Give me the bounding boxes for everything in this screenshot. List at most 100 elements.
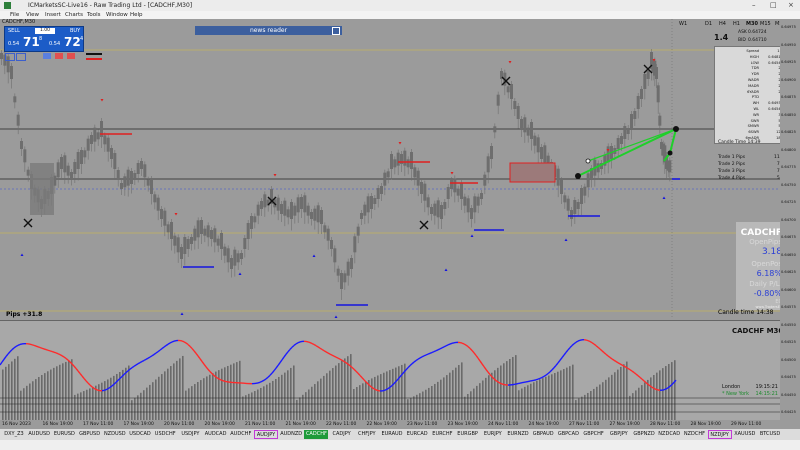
tab-gbpusd[interactable]: GBPUSD [78, 430, 102, 439]
tab-btcusd[interactable]: BTCUSD [758, 430, 782, 439]
volume-bar [443, 377, 445, 420]
oscillator-segment [409, 363, 413, 367]
price-axis-label: 0.64450 [781, 392, 796, 397]
period-d1[interactable]: D1 [705, 21, 712, 27]
period-h1[interactable]: H1 [733, 21, 740, 27]
tab-eurchf[interactable]: EURCHF [430, 430, 454, 439]
info-row: YDR24 [717, 72, 785, 77]
bid-label: BID [738, 38, 746, 43]
tab-eurnzd[interactable]: EURNZD [506, 430, 530, 439]
period-m15[interactable]: M15 [760, 21, 771, 27]
menu-charts[interactable]: Charts [65, 11, 83, 19]
candle-body [140, 161, 143, 169]
color-swatch-icon[interactable] [55, 53, 63, 59]
tab-audusd[interactable]: AUDUSD [27, 430, 51, 439]
line-style-icon[interactable] [86, 58, 102, 60]
tab-eurusd[interactable]: EURUSD [52, 430, 76, 439]
toolbar-square-icon[interactable] [5, 53, 15, 61]
tab-cadchf[interactable]: CADCHF [304, 430, 329, 439]
candle-body [668, 160, 672, 173]
tab-usdjpy[interactable]: USDJPY [178, 430, 202, 439]
tab-gbpnzd[interactable]: GBPNZD [632, 430, 656, 439]
oscillator-segment [329, 353, 333, 356]
tab-gbpchf[interactable]: GBPCHF [582, 430, 606, 439]
period-w1[interactable]: W1 [679, 21, 687, 27]
oscillator-segment [407, 365, 411, 369]
trade-pips-row: Trade 4 Pips5.3 [718, 176, 784, 182]
menu-insert[interactable]: Insert [45, 11, 61, 19]
color-swatch-icon[interactable] [67, 53, 75, 59]
candle-body [583, 186, 587, 196]
minimize-icon[interactable]: – [752, 0, 756, 11]
close-icon[interactable]: × [788, 0, 794, 11]
tab-nzdusd[interactable]: NZDUSD [103, 430, 127, 439]
toolbar-square-icon[interactable] [16, 53, 26, 61]
tab-audchf[interactable]: AUDCHF [229, 430, 253, 439]
tab-gbpcad[interactable]: GBPCAD [556, 430, 580, 439]
oscillator-segment [217, 377, 221, 381]
maximize-icon[interactable]: □ [770, 0, 777, 11]
volume-bar [440, 379, 442, 420]
candlestick-chart[interactable] [0, 19, 780, 319]
bid-price[interactable]: 71 [23, 35, 40, 49]
tab-audnzd[interactable]: AUDNZD [279, 430, 303, 439]
menu-file[interactable]: File [10, 11, 19, 19]
oscillator-title: CADCHF M30 [732, 327, 784, 335]
tab-xauusd[interactable]: XAUUSD [733, 430, 757, 439]
sell-button[interactable]: SELL [8, 28, 20, 34]
period-h4[interactable]: H4 [719, 21, 726, 27]
candle-body [166, 224, 170, 233]
tab-euraud[interactable]: EURAUD [380, 430, 404, 439]
oscillator-panel[interactable] [0, 320, 780, 420]
volume-bar [344, 358, 346, 420]
tab-nzdchf[interactable]: NZDCHF [682, 430, 706, 439]
menu-help[interactable]: Help [130, 11, 143, 19]
tab-eurgbp[interactable]: EURGBP [456, 430, 480, 439]
tab-audcad[interactable]: AUDCAD [204, 430, 228, 439]
tab-gbpaud[interactable]: GBPAUD [531, 430, 555, 439]
tab-nzdcad[interactable]: NZDCAD [657, 430, 681, 439]
oscillator-segment [589, 340, 593, 344]
tab-eurcad[interactable]: EURCAD [405, 430, 429, 439]
tab-cadjpy[interactable]: CADJPY [330, 430, 354, 439]
volume-bar [254, 391, 256, 420]
tab-usdcad[interactable]: USDCAD [128, 430, 152, 439]
news-reader-close-icon[interactable] [332, 27, 340, 35]
date-axis-label: 23 Nov 11:00 [407, 422, 438, 427]
tab-dxy-z3[interactable]: DXY_Z3 [2, 430, 26, 439]
menu-window[interactable]: Window [106, 11, 128, 19]
candle-body [536, 137, 540, 153]
oscillator-segment [47, 349, 51, 352]
x-markers [23, 64, 653, 230]
lot-size-input[interactable]: 1.00 [35, 28, 55, 34]
tab-eurjpy[interactable]: EURJPY [481, 430, 505, 439]
buy-button[interactable]: BUY [70, 28, 80, 34]
oscillator-segment [129, 367, 133, 370]
ask-price[interactable]: 72 [64, 35, 81, 49]
candle-body [570, 210, 573, 219]
news-reader-bar[interactable]: news reader [195, 26, 342, 35]
app-icon [4, 2, 11, 9]
menu-view[interactable]: View [26, 11, 39, 19]
tab-usdchf[interactable]: USDCHF [153, 430, 177, 439]
buy-arrow [238, 272, 242, 275]
period-m30[interactable]: M30 [746, 21, 758, 27]
line-style-icon[interactable] [86, 53, 102, 55]
oscillator-segment [277, 362, 281, 366]
tab-audjpy[interactable]: AUDJPY [254, 430, 278, 439]
oscillator-segment [155, 351, 159, 354]
volume-bar [86, 389, 88, 420]
candle-body [566, 198, 570, 211]
tab-chfjpy[interactable]: CHFJPY [355, 430, 379, 439]
candle-body [263, 194, 267, 208]
oscillator-chart[interactable] [0, 320, 780, 420]
tab-nzdjpy[interactable]: NZDJPY [707, 430, 732, 439]
oscillator-segment [61, 355, 65, 358]
oscillator-segment [279, 359, 283, 364]
volume-bar [29, 383, 31, 420]
oscillator-segment [565, 349, 569, 353]
oscillator-segment [163, 345, 167, 348]
color-swatch-icon[interactable] [43, 53, 51, 59]
tab-gbpjpy[interactable]: GBPJPY [607, 430, 631, 439]
menu-tools[interactable]: Tools [87, 11, 101, 19]
